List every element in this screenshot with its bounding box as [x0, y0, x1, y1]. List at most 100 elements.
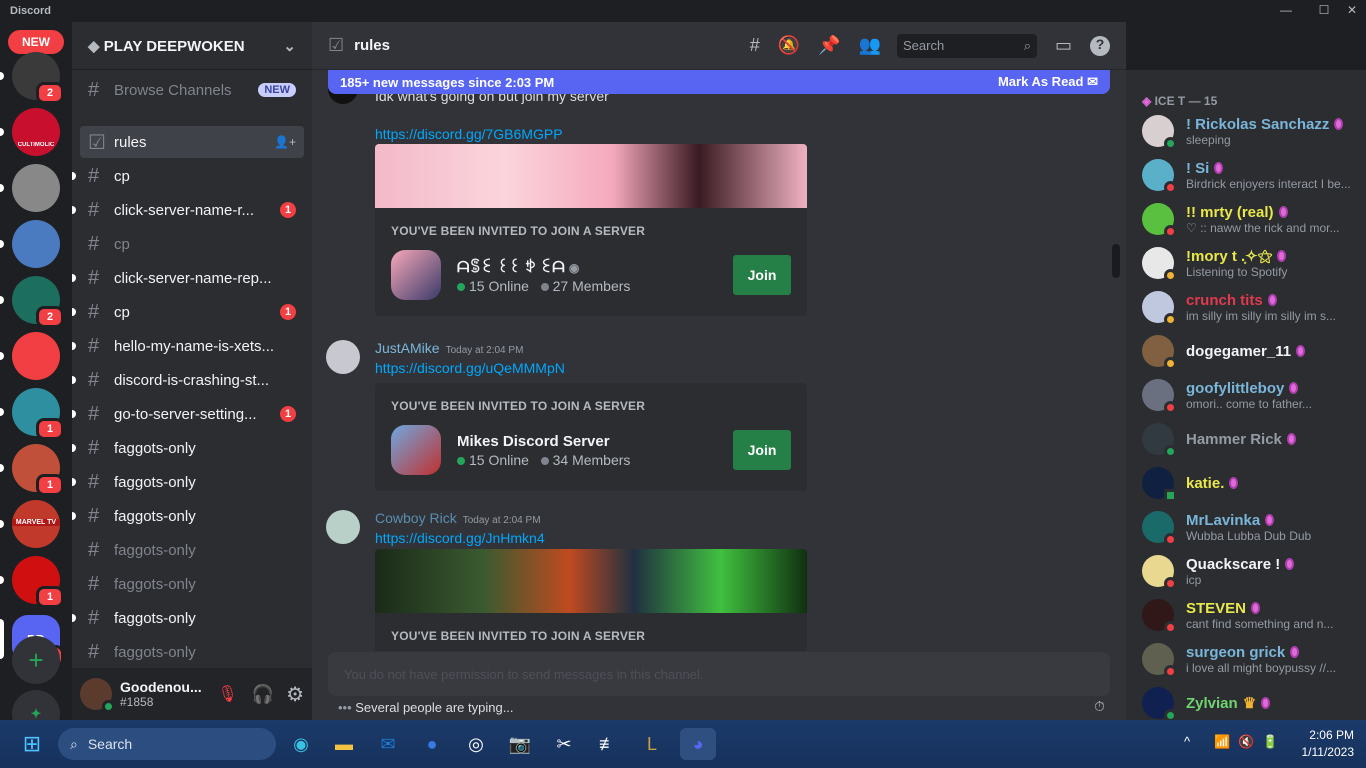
server-icon-0[interactable]: 2: [12, 52, 64, 104]
member-item[interactable]: ! Rickolas Sanchazz sleeping: [1142, 109, 1362, 153]
server-unread-pill: [0, 576, 4, 584]
message-author[interactable]: JustAMike: [375, 340, 440, 356]
edge-icon[interactable]: ◉: [285, 728, 317, 760]
channel-item[interactable]: # go-to-server-setting... 1: [72, 398, 304, 430]
channel-item[interactable]: # discord-is-crashing-st...: [72, 364, 304, 396]
threads-icon[interactable]: #: [750, 35, 760, 56]
server-icon-5[interactable]: [12, 332, 60, 380]
wifi-icon[interactable]: 📶: [1214, 734, 1230, 750]
minimize-button[interactable]: —: [1278, 3, 1294, 19]
member-item[interactable]: Quackscare ! icp: [1142, 549, 1362, 593]
channel-item[interactable]: # faggots-only: [72, 466, 304, 498]
invite-link[interactable]: https://discord.gg/uQeMMMpN: [375, 360, 565, 376]
camera-icon[interactable]: 📷: [504, 728, 536, 760]
member-item[interactable]: ! Si Birdrick enjoyers interact I be...: [1142, 153, 1362, 197]
channel-item[interactable]: # cp: [80, 228, 304, 260]
channel-item[interactable]: # faggots-only: [72, 432, 304, 464]
hashtag-icon: #: [88, 300, 100, 323]
browse-channels[interactable]: # Browse Channels NEW: [80, 74, 304, 106]
join-button[interactable]: Join: [733, 430, 791, 470]
channel-item[interactable]: ☑ rules 👤+: [80, 126, 304, 158]
channel-sidebar: ◆ PLAY DEEPWOKEN ⌄ # Browse Channels NEW…: [72, 22, 312, 720]
notification-muted-icon[interactable]: 🔕: [778, 35, 800, 56]
channel-item[interactable]: # hello-my-name-is-xets...: [72, 330, 304, 362]
server-logo-text: Marvel TV: [12, 519, 60, 526]
member-item[interactable]: !mory t .͙✧⚝ Listening to Spotify: [1142, 241, 1362, 285]
server-icon-2[interactable]: [12, 164, 60, 212]
clock[interactable]: 2:06 PM 1/11/2023: [1290, 728, 1355, 759]
channel-item[interactable]: # faggots-only: [80, 534, 304, 566]
user-avatar[interactable]: [80, 678, 115, 713]
member-item[interactable]: Hammer Rick: [1142, 417, 1362, 461]
battery-icon[interactable]: 🔋: [1262, 734, 1278, 750]
mark-as-read-button[interactable]: Mark As Read: [998, 74, 1084, 89]
channel-item[interactable]: # faggots-only: [72, 602, 304, 634]
nitro-boost-icon: [1261, 697, 1271, 709]
message-input[interactable]: You do not have permission to send messa…: [328, 652, 1110, 696]
member-item[interactable]: katie.: [1142, 461, 1362, 505]
channel-item[interactable]: # click-server-name-rep...: [72, 262, 304, 294]
server-icon-3[interactable]: [12, 220, 60, 268]
mute-microphone-icon[interactable]: 🎙: [217, 684, 237, 704]
channel-item[interactable]: # faggots-only: [72, 500, 304, 532]
channel-item[interactable]: # faggots-only: [80, 568, 304, 600]
capcut-icon[interactable]: ✂: [548, 728, 580, 760]
member-item[interactable]: MrLavinka Wubba Lubba Dub Dub: [1142, 505, 1362, 549]
volume-muted-icon[interactable]: 🔇: [1238, 734, 1254, 750]
member-item[interactable]: dogegamer_11: [1142, 329, 1362, 373]
gear-icon[interactable]: ⚙: [286, 682, 304, 707]
taskbar-search[interactable]: ⌕ Search: [58, 728, 276, 760]
member-avatar: [1142, 379, 1177, 414]
server-name: ᗩꌚꏂ ꒰꒰ ꉣ ꏂᗩ: [457, 259, 565, 276]
channel-item[interactable]: # cp 1: [72, 296, 304, 328]
search-input[interactable]: Search ⌕: [896, 33, 1037, 58]
maximize-button[interactable]: ☐: [1316, 3, 1332, 19]
member-item[interactable]: goofylittleboy omori.. come to father...: [1142, 373, 1362, 417]
message-avatar[interactable]: [326, 510, 360, 544]
server-icon-7[interactable]: 1: [12, 444, 64, 496]
member-item[interactable]: STEVEN cant find something and n...: [1142, 593, 1362, 637]
new-unreads-badge[interactable]: NEW: [8, 30, 64, 54]
tray-chevron-icon[interactable]: ^: [1184, 734, 1190, 749]
server-icon-9[interactable]: 1: [12, 556, 64, 608]
discord-taskbar-icon[interactable]: ◕: [680, 728, 716, 760]
guild-header[interactable]: ◆ PLAY DEEPWOKEN ⌄: [72, 22, 312, 70]
messenger-icon[interactable]: ●: [416, 728, 448, 760]
server-icon-1[interactable]: Cultimolic: [12, 108, 60, 156]
server-icon-6[interactable]: 1: [12, 388, 64, 440]
rules-icon: ☑: [88, 131, 106, 154]
pin-icon[interactable]: 📌: [818, 35, 840, 56]
new-messages-bar[interactable]: 185+ new messages since 2:03 PM Mark As …: [328, 70, 1110, 94]
outlook-icon[interactable]: ✉: [372, 728, 404, 760]
channel-item[interactable]: # faggots-only: [80, 636, 304, 668]
member-status: Listening to Spotify: [1186, 265, 1288, 279]
dnd-status-icon: [1164, 621, 1177, 634]
scrollbar-thumb[interactable]: [1112, 244, 1120, 278]
join-button[interactable]: Join: [733, 255, 791, 295]
server-unread-pill: [0, 128, 4, 136]
file-explorer-icon[interactable]: ▬: [328, 728, 360, 760]
message-author[interactable]: Cowboy Rick: [375, 510, 457, 526]
invite-link[interactable]: https://discord.gg/7GB6MGPP: [375, 126, 563, 142]
message-avatar[interactable]: [326, 340, 360, 374]
member-item[interactable]: Zylvian ♛: [1142, 681, 1362, 720]
close-button[interactable]: ✕: [1344, 3, 1360, 19]
league-icon[interactable]: L: [636, 728, 668, 760]
invite-link[interactable]: https://discord.gg/JnHmkn4: [375, 530, 545, 546]
app-icon[interactable]: ≢: [592, 728, 624, 760]
start-icon[interactable]: ⊞: [16, 728, 48, 760]
member-item[interactable]: crunch tits im silly im silly im silly i…: [1142, 285, 1362, 329]
channel-item[interactable]: # click-server-name-r... 1: [72, 194, 304, 226]
help-icon[interactable]: ?: [1090, 35, 1110, 56]
add-server-icon[interactable]: +: [12, 636, 60, 684]
add-member-icon[interactable]: 👤+: [274, 135, 296, 149]
inbox-icon[interactable]: ▭: [1055, 35, 1072, 56]
members-icon[interactable]: 👥: [859, 35, 881, 56]
headphones-icon[interactable]: 🎧: [252, 684, 274, 705]
server-icon-8[interactable]: Marvel TV: [12, 500, 60, 548]
server-icon-4[interactable]: 2: [12, 276, 64, 328]
member-item[interactable]: surgeon grick i love all might boypussy …: [1142, 637, 1362, 681]
member-item[interactable]: !! mrty (real) ♡ :: naww the rick and mo…: [1142, 197, 1362, 241]
channel-item[interactable]: # cp: [72, 160, 304, 192]
obs-icon[interactable]: ◎: [460, 728, 492, 760]
